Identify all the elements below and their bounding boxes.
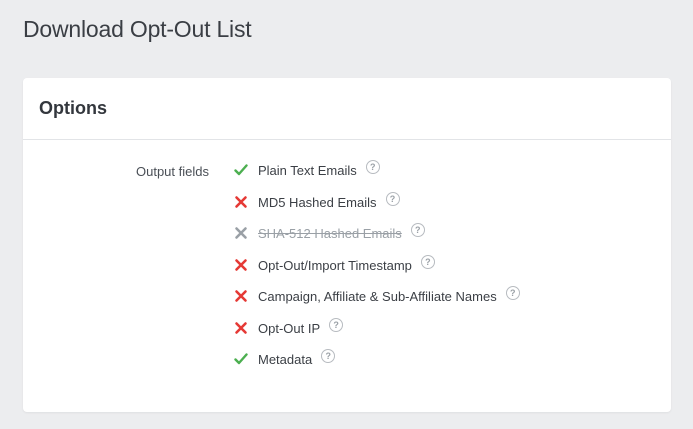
output-field-row[interactable]: Campaign, Affiliate & Sub-Affiliate Name… [234,286,520,320]
output-field-row[interactable]: Metadata? [234,349,520,383]
output-field-row[interactable]: Opt-Out/Import Timestamp? [234,254,520,289]
output-field-row[interactable]: Opt-Out IP? [234,317,520,352]
help-icon[interactable]: ? [365,160,380,174]
help-icon[interactable]: ? [385,191,400,206]
output-field-row[interactable]: Plain Text Emails? [234,160,520,194]
options-card-title: Options [39,98,107,118]
page-title: Download Opt-Out List [23,16,252,42]
help-icon[interactable]: ? [410,223,425,237]
output-field-label: Opt-Out/Import Timestamp [258,257,412,273]
help-icon[interactable]: ? [505,286,520,300]
check-icon[interactable] [234,352,248,366]
output-fields-label: Output fields [136,164,209,179]
x-icon[interactable] [234,289,248,303]
x-icon[interactable] [234,321,248,335]
output-field-label: SHA-512 Hashed Emails [258,226,402,241]
x-icon[interactable] [234,195,248,209]
output-field-label: Campaign, Affiliate & Sub-Affiliate Name… [258,289,497,304]
output-field-row: SHA-512 Hashed Emails? [234,223,520,257]
output-fields-list: Plain Text Emails? MD5 Hashed Emails? SHA-… [234,160,520,383]
x-icon [234,226,248,240]
help-icon[interactable]: ? [329,317,344,332]
options-card-header: Options [23,78,671,140]
output-field-row[interactable]: MD5 Hashed Emails? [234,191,520,226]
x-icon[interactable] [234,258,248,272]
output-field-label: Plain Text Emails [258,163,357,178]
output-field-label: MD5 Hashed Emails [258,194,377,210]
output-field-label: Opt-Out IP [258,320,321,336]
help-icon[interactable]: ? [420,254,435,269]
check-icon[interactable] [234,163,248,177]
help-icon[interactable]: ? [321,349,336,363]
output-field-label: Metadata [258,352,313,367]
options-card: Options Output fields Plain Text Emails?… [23,78,671,412]
